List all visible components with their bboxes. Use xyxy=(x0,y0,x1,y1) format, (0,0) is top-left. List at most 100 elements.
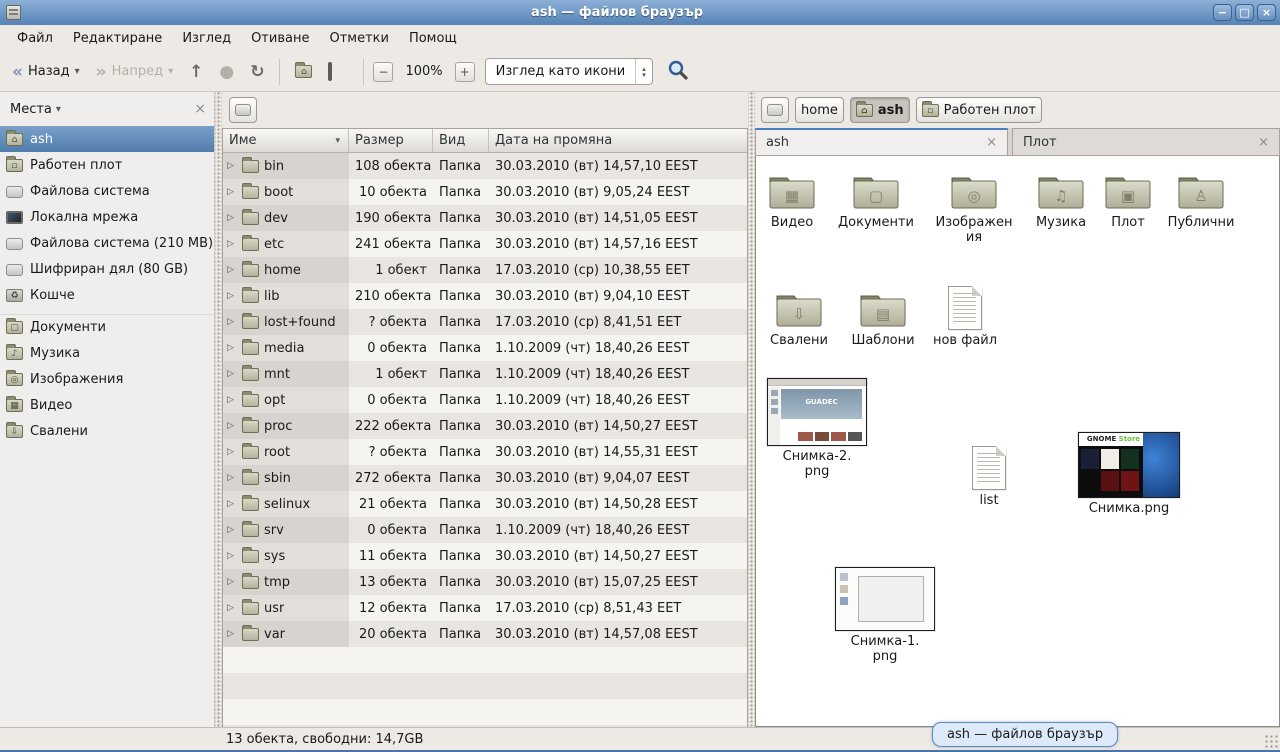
table-row[interactable]: ▷ home 1 обект Папка 17.03.2010 (ср) 10,… xyxy=(223,257,747,283)
table-row[interactable]: ▷ selinux 21 обекта Папка 30.03.2010 (вт… xyxy=(223,491,747,517)
computer-button[interactable] xyxy=(322,60,354,83)
expander-icon[interactable]: ▷ xyxy=(227,291,237,301)
file-list[interactable]: list xyxy=(944,446,1034,508)
expander-icon[interactable]: ▷ xyxy=(227,629,237,639)
sidebar-item[interactable]: Свалени xyxy=(0,418,214,444)
folder-documents[interactable]: ▢ Документи xyxy=(831,170,921,230)
tab-close-icon[interactable]: × xyxy=(1248,135,1269,150)
titlebar[interactable]: ash — файлов браузър − □ × xyxy=(0,0,1280,25)
expander-icon[interactable]: ▷ xyxy=(227,421,237,431)
maximize-button[interactable]: □ xyxy=(1235,4,1254,21)
expander-icon[interactable]: ▷ xyxy=(227,239,237,249)
expander-icon[interactable]: ▷ xyxy=(227,369,237,379)
filesystem-root-button[interactable] xyxy=(229,97,257,123)
menu-item[interactable]: Отиване xyxy=(242,27,318,50)
table-row[interactable]: ▷ srv 0 обекта Папка 1.10.2009 (чт) 18,4… xyxy=(223,517,747,543)
tab-plot[interactable]: Плот × xyxy=(1012,128,1280,155)
sidebar-item[interactable]: Файлова система (210 MB) xyxy=(0,230,214,256)
folder-templates[interactable]: ▤ Шаблони xyxy=(838,288,928,348)
sidebar-item[interactable]: Шифриран дял (80 GB) xyxy=(0,256,214,282)
menu-item[interactable]: Файл xyxy=(8,27,62,50)
view-mode-select[interactable]: Изглед като икони ▴▾ xyxy=(485,58,653,85)
sidebar-mode-select[interactable]: Места ▾ xyxy=(10,102,61,117)
sidebar-close-icon[interactable]: × xyxy=(194,101,206,117)
minimize-button[interactable]: − xyxy=(1213,4,1232,21)
zoom-in-button[interactable]: + xyxy=(455,62,475,82)
up-button[interactable]: ↑ xyxy=(183,60,209,84)
folder-public[interactable]: ♙ Публични xyxy=(1156,170,1246,230)
menu-item[interactable]: Редактиране xyxy=(64,27,171,50)
table-row[interactable]: ▷ tmp 13 обекта Папка 30.03.2010 (вт) 15… xyxy=(223,569,747,595)
sidebar-item[interactable]: Файлова система xyxy=(0,178,214,204)
column-header-name[interactable]: Име▾ xyxy=(223,129,349,152)
sidebar-item[interactable]: Документи xyxy=(0,314,214,340)
breadcrumb-root-button[interactable] xyxy=(761,97,789,123)
column-header-type[interactable]: Вид xyxy=(433,129,489,152)
file-snimka-1[interactable]: Снимка-1.png xyxy=(830,567,940,664)
table-row[interactable]: ▷ dev 190 обекта Папка 30.03.2010 (вт) 1… xyxy=(223,205,747,231)
table-row[interactable]: ▷ var 20 обекта Папка 30.03.2010 (вт) 14… xyxy=(223,621,747,647)
home-button[interactable]: ⌂ xyxy=(289,61,318,82)
table-row[interactable]: ▷ boot 10 обекта Папка 30.03.2010 (вт) 9… xyxy=(223,179,747,205)
table-row[interactable]: ▷ root ? обекта Папка 30.03.2010 (вт) 14… xyxy=(223,439,747,465)
expander-icon[interactable]: ▷ xyxy=(227,187,237,197)
reload-button[interactable]: ↻ xyxy=(244,60,270,84)
table-row[interactable]: ▷ lost+found ? обекта Папка 17.03.2010 (… xyxy=(223,309,747,335)
expander-icon[interactable]: ▷ xyxy=(227,395,237,405)
icon-view[interactable]: ▦ Видео ▢ Документи ◎ Изображения xyxy=(755,156,1280,727)
breadcrumb-ash-button[interactable]: ⌂ ash xyxy=(850,97,910,123)
table-row[interactable]: ▷ sbin 272 обекта Папка 30.03.2010 (вт) … xyxy=(223,465,747,491)
sidebar-item[interactable]: Изображения xyxy=(0,366,214,392)
expander-icon[interactable]: ▷ xyxy=(227,525,237,535)
expander-icon[interactable]: ▷ xyxy=(227,265,237,275)
expander-icon[interactable]: ▷ xyxy=(227,343,237,353)
expander-icon[interactable]: ▷ xyxy=(227,447,237,457)
table-row[interactable]: ▷ sys 11 обекта Папка 30.03.2010 (вт) 14… xyxy=(223,543,747,569)
file-new[interactable]: нов файл xyxy=(920,286,1010,348)
folder-downloads[interactable]: ⇩ Свалени xyxy=(755,288,844,348)
folder-video[interactable]: ▦ Видео xyxy=(755,170,837,230)
expander-icon[interactable]: ▷ xyxy=(227,317,237,327)
pane-splitter[interactable] xyxy=(748,92,755,727)
folder-images[interactable]: ◎ Изображения xyxy=(929,170,1019,245)
search-button[interactable] xyxy=(667,59,689,85)
back-button[interactable]: « Назад ▾ xyxy=(6,60,86,84)
breadcrumb-desktop-button[interactable]: ▫ Работен плот xyxy=(916,97,1042,123)
file-snimka-2[interactable]: GUADEC Снимка-2.png xyxy=(762,378,872,479)
menu-item[interactable]: Помощ xyxy=(400,27,466,50)
close-button[interactable]: × xyxy=(1257,4,1276,21)
table-row[interactable]: ▷ lib 210 обекта Папка 30.03.2010 (вт) 9… xyxy=(223,283,747,309)
resize-grip[interactable] xyxy=(1264,734,1278,748)
breadcrumb-home-button[interactable]: home xyxy=(795,97,844,123)
menu-item[interactable]: Отметки xyxy=(320,27,397,50)
table-row[interactable]: ▷ mnt 1 обект Папка 1.10.2009 (чт) 18,40… xyxy=(223,361,747,387)
sidebar-item[interactable]: ash xyxy=(0,126,214,152)
table-row[interactable]: ▷ proc 222 обекта Папка 30.03.2010 (вт) … xyxy=(223,413,747,439)
zoom-out-button[interactable]: − xyxy=(373,62,393,82)
expander-icon[interactable]: ▷ xyxy=(227,551,237,561)
sidebar-item[interactable]: Локална мрежа xyxy=(0,204,214,230)
menu-item[interactable]: Изглед xyxy=(173,27,240,50)
expander-icon[interactable]: ▷ xyxy=(227,473,237,483)
table-row[interactable]: ▷ etc 241 обекта Папка 30.03.2010 (вт) 1… xyxy=(223,231,747,257)
table-row[interactable]: ▷ opt 0 обекта Папка 1.10.2009 (чт) 18,4… xyxy=(223,387,747,413)
table-row[interactable]: ▷ media 0 обекта Папка 1.10.2009 (чт) 18… xyxy=(223,335,747,361)
table-row[interactable]: ▷ usr 12 обекта Папка 17.03.2010 (ср) 8,… xyxy=(223,595,747,621)
sidebar-item[interactable]: Видео xyxy=(0,392,214,418)
column-header-size[interactable]: Размер xyxy=(349,129,433,152)
pane-splitter[interactable] xyxy=(215,92,222,727)
column-header-date[interactable]: Дата на промяна xyxy=(489,129,747,152)
expander-icon[interactable]: ▷ xyxy=(227,577,237,587)
forward-button[interactable]: » Напред ▾ xyxy=(90,60,180,84)
sidebar-item[interactable]: Работен плот xyxy=(0,152,214,178)
expander-icon[interactable]: ▷ xyxy=(227,213,237,223)
expander-icon[interactable]: ▷ xyxy=(227,499,237,509)
tab-ash[interactable]: ash × xyxy=(755,128,1008,155)
file-snimka[interactable]: GNOME Store Снимка.png xyxy=(1074,432,1184,516)
table-row[interactable]: ▷ bin 108 обекта Папка 30.03.2010 (вт) 1… xyxy=(223,153,747,179)
expander-icon[interactable]: ▷ xyxy=(227,161,237,171)
expander-icon[interactable]: ▷ xyxy=(227,603,237,613)
tab-close-icon[interactable]: × xyxy=(976,135,997,150)
back-dropdown-icon[interactable]: ▾ xyxy=(75,66,80,77)
sidebar-item[interactable]: Кошче xyxy=(0,282,214,308)
